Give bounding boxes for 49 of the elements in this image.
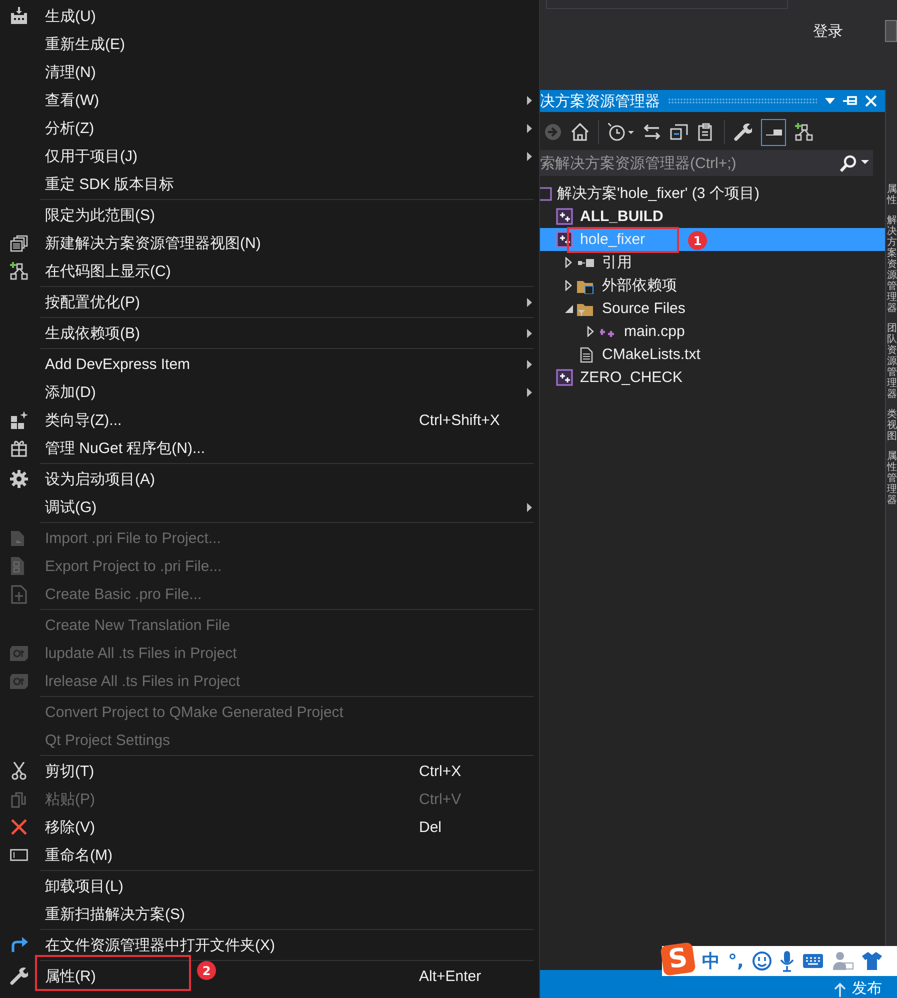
menu-item[interactable]: 在文件资源管理器中打开文件夹(X) [0, 931, 275, 959]
menu-item[interactable]: 新建解决方案资源管理器视图(N) [0, 229, 261, 257]
side-tab[interactable]: 类视图 [886, 409, 897, 442]
panel-title: 决方案资源管理器 [540, 92, 660, 110]
menu-item[interactable]: 类向导(Z)... [0, 406, 122, 434]
menu-item[interactable]: 剪切(T) [0, 757, 94, 785]
menu-item[interactable]: 属性(R) [0, 962, 96, 990]
tree-item[interactable]: CMakeLists.txt [540, 343, 885, 366]
menu-item[interactable]: 添加(D) [0, 378, 96, 406]
menu-item[interactable]: 调试(G) [0, 493, 97, 521]
menu-item[interactable]: 设为启动项目(A) [0, 465, 155, 493]
shortcut-text: Ctrl+Shift+X [419, 412, 500, 428]
menu-item[interactable]: 重新生成(E) [0, 30, 125, 58]
tree-item[interactable]: 解决方案'hole_fixer' (3 个项目) [540, 182, 885, 205]
menu-item[interactable]: 仅用于项目(J) [0, 142, 138, 170]
input-mode-toggle[interactable]: 中 [702, 949, 720, 973]
punctuation-toggle[interactable]: °, [728, 950, 744, 972]
side-tab[interactable]: 团队资源管理器 [886, 323, 897, 400]
menu-item[interactable]: 限定为此范围(S) [0, 201, 155, 229]
shortcut-text: Ctrl+V [419, 790, 462, 808]
sign-in-link[interactable]: 登录 [813, 22, 843, 41]
menu-item[interactable]: 生成(U) [0, 2, 96, 30]
tree-item[interactable]: 外部依赖项 [540, 274, 885, 297]
side-tab[interactable]: 属性 [886, 184, 897, 206]
side-tab[interactable]: 解决方案资源管理器 [886, 215, 897, 314]
menu-item[interactable]: 重命名(M) [0, 841, 112, 869]
shortcut-text: Ctrl+X [419, 762, 462, 780]
menu-item[interactable]: 查看(W) [0, 86, 100, 114]
menu-item[interactable]: 生成依赖项(B) [0, 319, 140, 347]
menu-item[interactable]: 移除(V) [0, 813, 95, 841]
tree-item[interactable]: ZERO_CHECK [540, 366, 885, 389]
menu-item[interactable]: 分析(Z) [0, 114, 94, 142]
menu-item[interactable]: Add DevExpress Item [0, 350, 190, 378]
menu-item[interactable]: 卸载项目(L) [0, 872, 124, 900]
tree-item[interactable]: 引用 [540, 251, 885, 274]
menu-item[interactable]: 重新扫描解决方案(S) [0, 900, 185, 928]
menu-item[interactable]: 重定 SDK 版本目标 [0, 170, 174, 198]
tree-item[interactable]: main.cpp [540, 320, 885, 343]
shortcut-text: Alt+Enter [419, 968, 482, 984]
search-field[interactable]: 索解决方案资源管理器(Ctrl+;) [540, 150, 873, 176]
tree-item[interactable]: Source Files [540, 297, 885, 320]
menu-item[interactable]: 管理 NuGet 程序包(N)... [0, 434, 206, 462]
side-tab[interactable]: 属性管理器 [886, 451, 897, 506]
menu-item[interactable]: 按配置优化(P) [0, 288, 140, 316]
menu-item[interactable]: 在代码图上显示(C) [0, 257, 171, 285]
publish-button[interactable]: 发布 [852, 980, 882, 997]
shortcut-text: Del [419, 818, 442, 836]
tree-item[interactable]: ALL_BUILD [540, 205, 885, 228]
menu-item[interactable]: 清理(N) [0, 58, 96, 86]
